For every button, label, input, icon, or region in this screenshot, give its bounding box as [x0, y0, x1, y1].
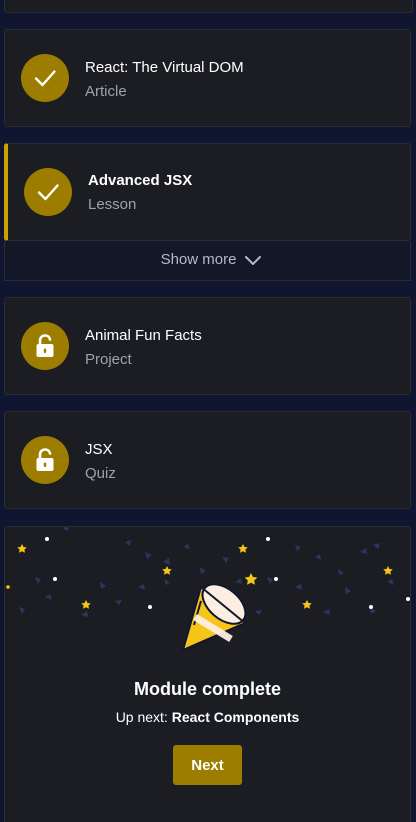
check-icon — [34, 70, 56, 87]
previous-item-card[interactable] — [4, 0, 413, 13]
module-item-react-virtual-dom[interactable]: React: The Virtual DOM Article — [4, 29, 411, 127]
module-page: React: The Virtual DOM Article Advanced … — [0, 0, 416, 822]
module-item-jsx-quiz[interactable]: JSX Quiz — [4, 411, 411, 509]
check-icon — [37, 184, 59, 201]
show-more-button[interactable]: Show more — [161, 251, 263, 268]
up-next-text: Up next: React Components — [5, 709, 410, 725]
module-complete-card: Module complete Up next: React Component… — [4, 526, 411, 822]
party-popper-icon — [182, 583, 247, 651]
next-button[interactable]: Next — [173, 745, 242, 785]
module-item-animal-fun-facts[interactable]: Animal Fun Facts Project — [4, 297, 411, 395]
item-title: Advanced JSX — [88, 172, 193, 189]
up-next-module-name: React Components — [171, 709, 300, 725]
confetti-illustration — [6, 527, 410, 651]
up-next-prefix: Up next: — [115, 709, 168, 725]
item-type: Quiz — [85, 465, 116, 482]
unlocked-badge — [21, 322, 69, 370]
completed-badge — [24, 168, 72, 216]
unlocked-badge — [21, 436, 69, 484]
item-title: Animal Fun Facts — [85, 327, 202, 344]
completed-badge — [21, 54, 69, 102]
unlock-icon — [36, 448, 54, 471]
item-type: Project — [85, 351, 132, 368]
item-title: React: The Virtual DOM — [85, 59, 244, 76]
show-more-label: Show more — [160, 251, 237, 268]
item-type: Lesson — [88, 196, 137, 213]
module-item-advanced-jsx[interactable]: Advanced JSX Lesson — [4, 143, 411, 241]
show-more-row: Show more — [4, 241, 411, 281]
unlock-icon — [36, 334, 54, 357]
chevron-down-icon — [245, 255, 262, 265]
item-type: Article — [85, 83, 127, 100]
item-title: JSX — [85, 441, 113, 458]
module-complete-title: Module complete — [133, 679, 281, 699]
